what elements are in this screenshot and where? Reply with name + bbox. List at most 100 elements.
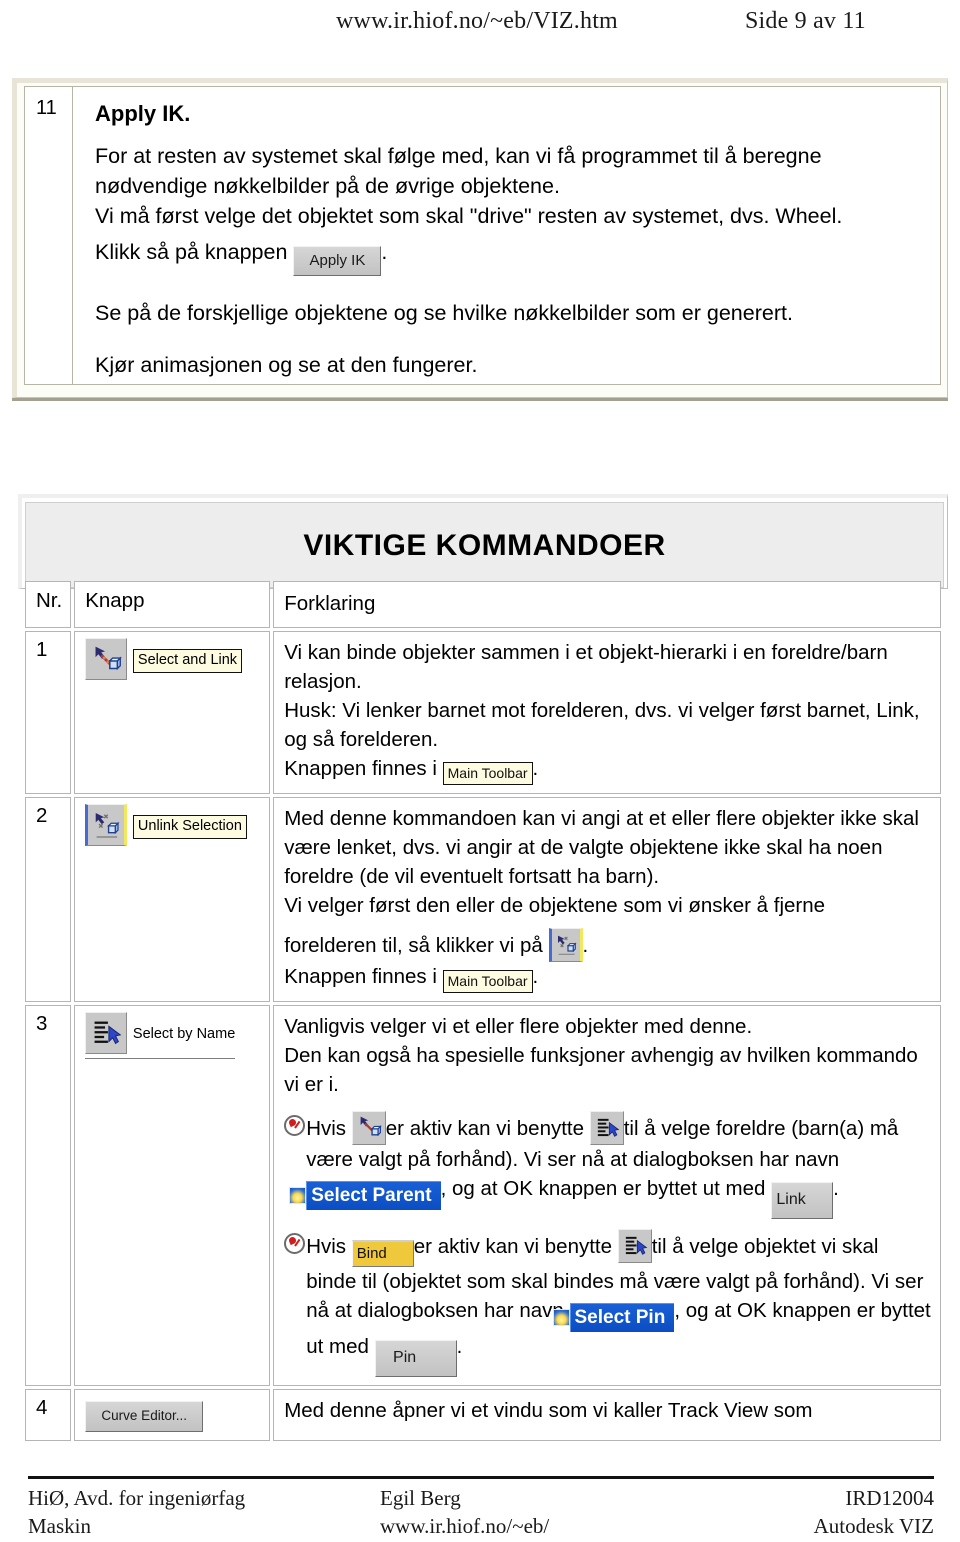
- row1-found-suffix: .: [532, 757, 539, 780]
- row2-found-in: Knappen finnes i Main Toolbar.: [284, 962, 932, 993]
- row2-click-line: forelderen til, så klikker vi på .: [284, 928, 932, 962]
- footer-mid-2: www.ir.hiof.no/~eb/: [380, 1514, 550, 1538]
- select-parent-dialog-title: Select Parent: [289, 1181, 441, 1210]
- select-by-name-caption: Select by Name: [132, 1026, 236, 1043]
- pin-button[interactable]: Pin: [374, 1340, 457, 1377]
- bind-button[interactable]: Bind: [351, 1240, 414, 1267]
- select-parent-label: Select Parent: [311, 1185, 432, 1206]
- footer-row-1: HiØ, Avd. for ingeniørfag Egil Berg IRD1…: [28, 1484, 934, 1512]
- dialog-icon: [289, 1187, 307, 1204]
- table-row: 1 Select and Link Vi kan binde objekter …: [25, 631, 941, 794]
- step-click-prefix: Klikk så på knappen: [95, 240, 288, 264]
- row2-text-1: Med denne kommandoen kan vi angi at et e…: [284, 807, 919, 888]
- step-title-line: Apply IK.: [95, 99, 922, 129]
- row-number: 2: [25, 797, 72, 1002]
- row2-found-suffix: .: [532, 965, 539, 988]
- apply-ik-button[interactable]: Apply IK: [293, 246, 382, 276]
- row-description: Vanligvis velger vi et eller flere objek…: [273, 1005, 941, 1386]
- row3b-t1: Hvis: [306, 1235, 347, 1258]
- table-header-row: Nr. Knapp Forklaring: [25, 581, 941, 628]
- row3-text-1: Vanligvis velger vi et eller flere objek…: [284, 1015, 753, 1038]
- select-by-name-icon-inline[interactable]: [589, 1111, 624, 1145]
- row-number: 4: [25, 1389, 72, 1441]
- row1-text-1: Vi kan binde objekter sammen i et objekt…: [284, 641, 888, 693]
- row-button-cell: Select and Link: [74, 631, 271, 794]
- table-row: 3 Select by Name Vanligvis velger vi et …: [25, 1005, 941, 1386]
- clock-icon: [284, 1233, 306, 1254]
- row-number: 1: [25, 631, 72, 794]
- curve-editor-button[interactable]: Curve Editor...: [85, 1401, 204, 1432]
- row3b-t2: er aktiv kan vi benytte: [413, 1235, 613, 1258]
- row1-text-2: Husk: Vi lenker barnet mot forelderen, d…: [284, 699, 920, 751]
- row-button-cell: Unlink Selection: [74, 797, 271, 1002]
- row3-para-a: Hvis er aktiv kan vi benytte til å velge…: [284, 1111, 932, 1219]
- select-pin-dialog-title: Select Pin: [552, 1303, 675, 1332]
- step-line-1: For at resten av systemet skal følge med…: [95, 144, 822, 198]
- step-number: 11: [25, 87, 73, 384]
- header-page-indicator: Side 9 av 11: [745, 8, 866, 34]
- unlink-selection-caption: Unlink Selection: [132, 815, 247, 839]
- section-box: VIKTIGE KOMMANDOER: [18, 494, 948, 589]
- step-line-run: Kjør animasjonen og se at den fungerer.: [95, 353, 478, 377]
- page-header: www.ir.hiof.no/~eb/VIZ.htm Side 9 av 11: [0, 0, 960, 52]
- page-footer: HiØ, Avd. for ingeniørfag Egil Berg IRD1…: [28, 1476, 934, 1538]
- row-description: Vi kan binde objekter sammen i et objekt…: [273, 631, 941, 794]
- unlink-selection-icon: [85, 804, 128, 846]
- footer-left-2: Maskin: [28, 1514, 91, 1538]
- step-line-see: Se på de forskjellige objektene og se hv…: [95, 301, 793, 325]
- row3b-t4: ,: [674, 1299, 681, 1322]
- step-body: Apply IK. For at resten av systemet skal…: [73, 87, 940, 384]
- header-knapp: Knapp: [74, 581, 271, 628]
- step-line-2: Vi må først velge det objektet som skal …: [95, 204, 843, 228]
- table-row: 4 Curve Editor... Med denne åpner vi et …: [25, 1389, 941, 1441]
- step-callout-inner: 11 Apply IK. For at resten av systemet s…: [24, 86, 941, 385]
- select-by-name-button[interactable]: Select by Name: [85, 1012, 261, 1059]
- clock-icon: [284, 1115, 306, 1136]
- section-title: VIKTIGE KOMMANDOER: [25, 502, 944, 588]
- select-and-link-icon: [85, 638, 128, 680]
- row3a-t5: .: [833, 1177, 839, 1200]
- row4-text-1: Med denne åpner vi et vindu som vi kalle…: [284, 1399, 813, 1422]
- link-button[interactable]: Link: [771, 1182, 834, 1219]
- select-and-link-caption: Select and Link: [132, 649, 243, 673]
- row2-text-2: Vi velger først den eller de objektene s…: [284, 894, 826, 917]
- row-number: 3: [25, 1005, 72, 1386]
- main-toolbar-tooltip: Main Toolbar: [442, 762, 533, 785]
- row3a-t2: er aktiv kan vi benytte: [385, 1117, 585, 1140]
- dialog-icon: [552, 1309, 570, 1326]
- row3-text-2: Den kan også ha spesielle funksjoner avh…: [284, 1044, 918, 1096]
- unlink-selection-icon-inline[interactable]: [548, 928, 583, 962]
- header-url: www.ir.hiof.no/~eb/VIZ.htm: [336, 8, 618, 34]
- select-and-link-icon-inline[interactable]: [351, 1111, 386, 1145]
- main-toolbar-tooltip: Main Toolbar: [442, 970, 533, 993]
- row2-click-prefix: forelderen til, så klikker vi på: [284, 934, 543, 957]
- footer-row-2: Maskin www.ir.hiof.no/~eb/ Autodesk VIZ: [28, 1512, 934, 1540]
- footer-left-1: HiØ, Avd. for ingeniørfag: [28, 1486, 246, 1510]
- step-click-suffix: .: [381, 240, 388, 264]
- select-and-link-button[interactable]: Select and Link: [85, 638, 261, 680]
- row-button-cell: Select by Name: [74, 1005, 271, 1386]
- row-description: Med denne åpner vi et vindu som vi kalle…: [273, 1389, 941, 1441]
- unlink-selection-button[interactable]: Unlink Selection: [85, 804, 261, 846]
- footer-right-1: IRD12004: [845, 1486, 934, 1510]
- step-title: Apply IK.: [95, 101, 191, 126]
- row3a-t4: , og at OK knappen er byttet ut med: [440, 1177, 766, 1200]
- step-callout-box: 11 Apply IK. For at resten av systemet s…: [12, 78, 948, 398]
- table-row: 2 Unlink Selection Med denne kommandoen …: [25, 797, 941, 1002]
- select-by-name-icon: [85, 1012, 128, 1054]
- caption-underline: [85, 1058, 236, 1059]
- commands-table: Nr. Knapp Forklaring 1 Select and Link V…: [22, 578, 944, 1444]
- row1-found-prefix: Knappen finnes i: [284, 757, 437, 780]
- footer-right-2: Autodesk VIZ: [813, 1514, 934, 1538]
- select-pin-label: Select Pin: [574, 1307, 666, 1328]
- row3b-t6: .: [456, 1335, 463, 1358]
- row-description: Med denne kommandoen kan vi angi at et e…: [273, 797, 941, 1002]
- header-nr: Nr.: [25, 581, 72, 628]
- select-by-name-icon-inline[interactable]: [617, 1229, 652, 1263]
- row3a-t1: Hvis: [306, 1117, 347, 1140]
- header-forklaring: Forklaring: [273, 581, 941, 628]
- row-button-cell: Curve Editor...: [74, 1389, 271, 1441]
- row1-found-in: Knappen finnes i Main Toolbar.: [284, 754, 932, 785]
